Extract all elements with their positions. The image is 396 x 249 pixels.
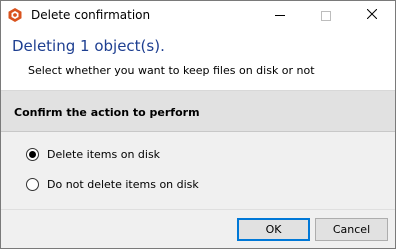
close-icon bbox=[366, 8, 378, 22]
minimize-icon bbox=[275, 15, 285, 16]
window-title: Delete confirmation bbox=[31, 8, 151, 22]
cancel-button[interactable]: Cancel bbox=[315, 218, 388, 241]
header-title: Deleting 1 object(s). bbox=[12, 37, 165, 55]
title-bar: Delete confirmation bbox=[1, 1, 395, 30]
option-keep-on-disk[interactable]: Do not delete items on disk bbox=[26, 178, 199, 191]
minimize-button[interactable] bbox=[257, 1, 303, 30]
radio-button-checked[interactable] bbox=[26, 148, 39, 161]
header-subtitle: Select whether you want to keep files on… bbox=[28, 64, 315, 77]
section-header: Confirm the action to perform bbox=[1, 91, 395, 132]
option-label[interactable]: Delete items on disk bbox=[47, 148, 160, 161]
ok-button[interactable]: OK bbox=[237, 218, 310, 241]
dialog-window: Delete confirmation Deleting 1 object(s)… bbox=[0, 0, 396, 249]
button-bar: OK Cancel bbox=[1, 209, 395, 248]
close-button[interactable] bbox=[349, 1, 395, 30]
radio-dot bbox=[29, 151, 36, 158]
app-logo-icon bbox=[7, 7, 23, 23]
option-label[interactable]: Do not delete items on disk bbox=[47, 178, 199, 191]
option-delete-on-disk[interactable]: Delete items on disk bbox=[26, 148, 160, 161]
content-panel: Confirm the action to perform Delete ite… bbox=[1, 91, 395, 209]
maximize-icon bbox=[321, 10, 331, 21]
maximize-button[interactable] bbox=[303, 1, 349, 30]
section-title: Confirm the action to perform bbox=[14, 106, 200, 119]
radio-button-unchecked[interactable] bbox=[26, 178, 39, 191]
